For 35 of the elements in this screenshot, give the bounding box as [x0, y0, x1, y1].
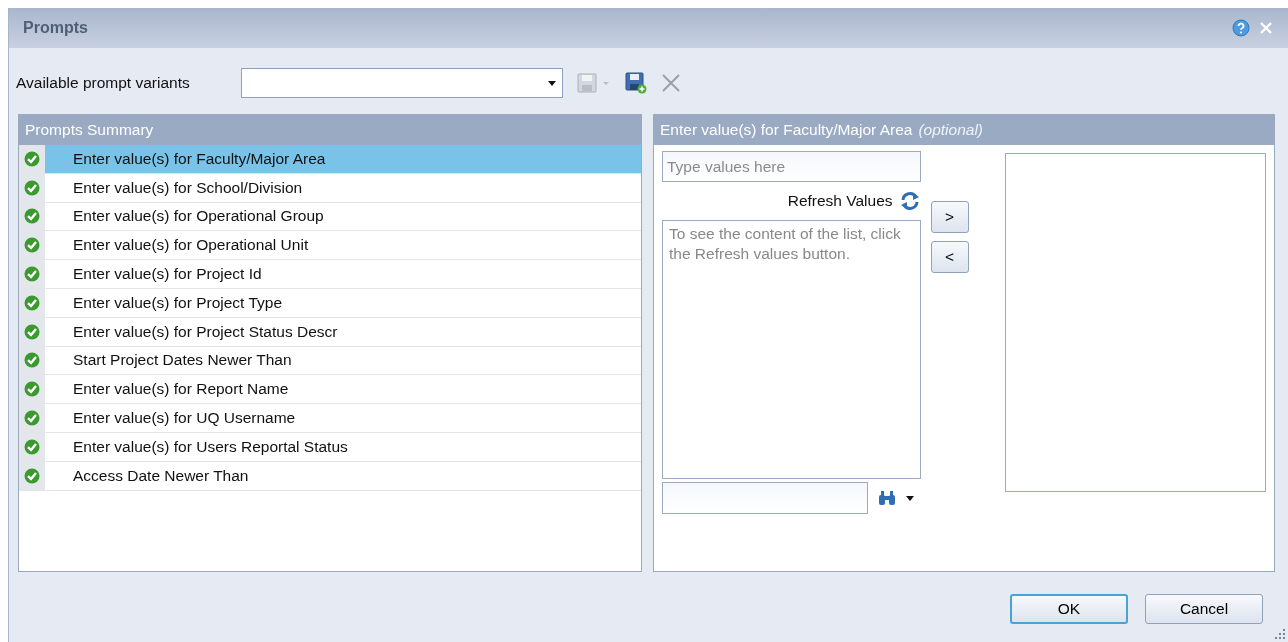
prompt-item[interactable]: Start Project Dates Newer Than [45, 346, 641, 375]
save-icon[interactable] [577, 73, 611, 93]
window-title: Prompts [23, 19, 89, 37]
dialog-button[interactable]: Cancel [1145, 594, 1263, 624]
remove-button[interactable]: < [930, 241, 969, 273]
resize-grip-icon[interactable] [1274, 628, 1286, 640]
variants-label: Available prompt variants [16, 74, 191, 92]
caret-icon[interactable] [906, 495, 914, 501]
binoculars-icon[interactable] [878, 490, 896, 506]
dialog-button[interactable]: OK [1010, 594, 1128, 624]
prompt-item[interactable]: Enter value(s) for Operational Unit [45, 231, 641, 260]
prompt-item[interactable]: Enter value(s) for Project Id [45, 260, 641, 288]
panel-title: Enter value(s) for Faculty/Major Area [660, 121, 913, 139]
prompt-item[interactable]: Access Date Newer Than [45, 461, 641, 490]
find-field[interactable] [662, 482, 868, 514]
save-as-icon[interactable] [625, 72, 647, 94]
values-list[interactable]: To see the content of the list, click the Refresh values button. [662, 220, 921, 479]
help-icon[interactable] [1232, 19, 1250, 37]
search-field[interactable]: Type values here [662, 151, 921, 182]
add-button[interactable]: > [930, 201, 969, 233]
prompt-item[interactable]: Enter value(s) for Operational Group [45, 202, 641, 231]
prompt-item[interactable]: Enter value(s) for Faculty/Major Area [45, 145, 641, 173]
prompt-item[interactable]: Enter value(s) for Report Name [45, 375, 641, 404]
refresh-link[interactable]: Refresh Values [787, 192, 893, 210]
prompt-item[interactable]: Enter value(s) for Project Type [45, 289, 641, 317]
prompt-item[interactable]: Enter value(s) for UQ Username [45, 404, 641, 432]
panel-title: Prompts Summary [25, 121, 154, 139]
variants-dropdown[interactable] [241, 68, 563, 98]
delete-icon[interactable] [661, 73, 681, 93]
close-icon[interactable] [1258, 20, 1274, 36]
prompt-item[interactable]: Enter value(s) for School/Division [45, 173, 641, 202]
prompt-item[interactable]: Enter value(s) for Project Status Descr [45, 317, 641, 346]
prompt-item[interactable]: Enter value(s) for Users Reportal Status [45, 432, 641, 461]
optional-note: (optional) [918, 121, 984, 139]
caret-icon [548, 80, 556, 86]
